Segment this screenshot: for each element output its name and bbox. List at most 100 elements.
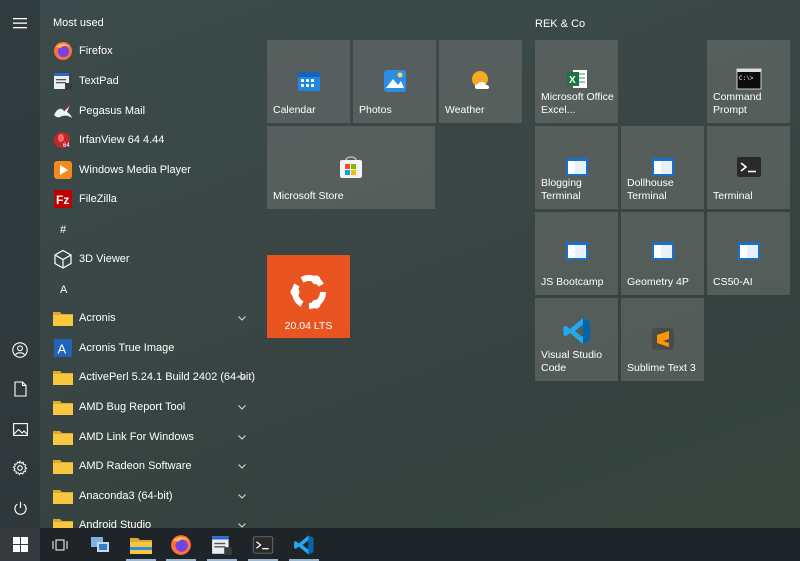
- start-rail: [0, 0, 40, 528]
- svg-text:64: 64: [63, 143, 70, 149]
- windows-start-icon[interactable]: [0, 528, 40, 561]
- app-label: Anaconda3 (64-bit): [79, 489, 173, 502]
- folder-icon: [52, 455, 74, 477]
- power-icon[interactable]: [0, 488, 40, 528]
- app-label: FileZilla: [79, 192, 117, 205]
- store-icon: [338, 154, 364, 180]
- network-app-icon[interactable]: [80, 528, 120, 561]
- section-letter-a[interactable]: A: [60, 284, 67, 296]
- gear-icon[interactable]: [0, 448, 40, 488]
- svg-text:X: X: [569, 75, 576, 86]
- app-item-android-studio[interactable]: Android Studio: [40, 510, 258, 528]
- photos-icon: [382, 68, 408, 94]
- app-label: Acronis: [79, 311, 116, 324]
- folder-icon: [52, 514, 74, 528]
- document-icon[interactable]: [0, 369, 40, 409]
- app-label: AMD Link For Windows: [79, 430, 194, 443]
- terminal-window-icon: [650, 238, 676, 264]
- app-item-irfanview[interactable]: 64 IrfanView 64 4.44: [40, 125, 258, 154]
- hamburger-menu-icon[interactable]: [0, 3, 40, 43]
- app-item-amd-link[interactable]: AMD Link For Windows: [40, 422, 258, 451]
- app-item-acronis-true-image[interactable]: A Acronis True Image: [40, 333, 258, 362]
- app-label: TextPad: [79, 74, 119, 87]
- app-item-activeperl[interactable]: ActivePerl 5.24.1 Build 2402 (64-bit): [40, 362, 258, 391]
- svg-text:Fz: Fz: [56, 193, 69, 207]
- svg-text:C:\>: C:\>: [739, 75, 754, 82]
- textpad-icon: [52, 70, 74, 92]
- file-explorer-icon[interactable]: [121, 528, 161, 561]
- app-label: Pegasus Mail: [79, 104, 146, 117]
- tile-label: JS Bootcamp: [541, 276, 604, 288]
- terminal-window-icon: [736, 238, 762, 264]
- folder-icon: [52, 307, 74, 329]
- firefox-icon[interactable]: [161, 528, 201, 561]
- section-letter-hash[interactable]: #: [60, 224, 66, 236]
- terminal-icon[interactable]: [243, 528, 283, 561]
- group-title-rek[interactable]: REK & Co: [535, 18, 585, 30]
- app-label: AMD Bug Report Tool: [79, 400, 186, 413]
- user-icon[interactable]: [0, 330, 40, 370]
- tile-label: Terminal: [713, 190, 753, 202]
- tile-command-prompt[interactable]: C:\> Command Prompt: [707, 40, 790, 123]
- chevron-down-icon: [238, 404, 246, 410]
- app-label: Firefox: [79, 44, 113, 57]
- vscode-icon: [562, 316, 592, 346]
- app-label: Windows Media Player: [79, 163, 191, 176]
- pictures-icon[interactable]: [0, 409, 40, 449]
- folder-icon: [52, 485, 74, 507]
- tile-ubuntu[interactable]: 20.04 LTS: [267, 255, 350, 338]
- app-item-3d-viewer[interactable]: 3D Viewer: [40, 244, 258, 273]
- app-label: Android Studio: [79, 518, 152, 529]
- chevron-down-icon: [238, 493, 246, 499]
- terminal-window-icon: [564, 238, 590, 264]
- tile-cs50-ai[interactable]: CS50-AI: [707, 212, 790, 295]
- tile-label: Blogging Terminal: [541, 177, 582, 202]
- app-item-amd-radeon-software[interactable]: AMD Radeon Software: [40, 451, 258, 480]
- tile-visual-studio-code[interactable]: Visual Studio Code: [535, 298, 618, 381]
- firefox-icon: [52, 40, 74, 62]
- app-item-amd-bug-report-tool[interactable]: AMD Bug Report Tool: [40, 392, 258, 421]
- app-item-acronis[interactable]: Acronis: [40, 303, 258, 332]
- tile-weather[interactable]: Weather: [439, 40, 522, 123]
- tile-label: Sublime Text 3: [627, 362, 696, 374]
- app-list: Most used Firefox TextPad Pegasus Mail 6…: [40, 0, 258, 528]
- tile-label: Command Prompt: [713, 91, 762, 116]
- acronis-icon: A: [52, 337, 74, 359]
- tile-sublime-text-3[interactable]: Sublime Text 3: [621, 298, 704, 381]
- tile-label: Dollhouse Terminal: [627, 177, 674, 202]
- tile-microsoft-store[interactable]: Microsoft Store: [267, 126, 435, 209]
- tile-js-bootcamp[interactable]: JS Bootcamp: [535, 212, 618, 295]
- most-used-heading: Most used: [53, 17, 104, 29]
- terminal-icon: [736, 154, 762, 180]
- app-item-anaconda3[interactable]: Anaconda3 (64-bit): [40, 481, 258, 510]
- tile-geometry-4p[interactable]: Geometry 4P: [621, 212, 704, 295]
- tile-terminal[interactable]: Terminal: [707, 126, 790, 209]
- irfanview-icon: 64: [52, 129, 74, 151]
- textpad-icon[interactable]: [202, 528, 242, 561]
- tile-excel[interactable]: X Microsoft Office Excel...: [535, 40, 618, 123]
- tile-blogging-terminal[interactable]: Blogging Terminal: [535, 126, 618, 209]
- excel-icon: X: [564, 66, 590, 92]
- tile-photos[interactable]: Photos: [353, 40, 436, 123]
- tile-dollhouse-terminal[interactable]: Dollhouse Terminal: [621, 126, 704, 209]
- app-item-firefox[interactable]: Firefox: [40, 36, 258, 65]
- app-item-pegasus-mail[interactable]: Pegasus Mail: [40, 96, 258, 125]
- ubuntu-icon: [284, 267, 334, 317]
- tile-label: Visual Studio Code: [541, 349, 603, 374]
- filezilla-icon: Fz: [52, 188, 74, 210]
- app-item-windows-media-player[interactable]: Windows Media Player: [40, 155, 258, 184]
- tile-label: 20.04 LTS: [284, 320, 333, 332]
- tile-label: Photos: [359, 104, 392, 116]
- tile-calendar[interactable]: Calendar: [267, 40, 350, 123]
- chevron-down-icon: [238, 434, 246, 440]
- chevron-down-icon: [238, 315, 246, 321]
- vscode-icon[interactable]: [284, 528, 324, 561]
- app-item-textpad[interactable]: TextPad: [40, 66, 258, 95]
- tile-label: CS50-AI: [713, 276, 753, 288]
- folder-icon: [52, 426, 74, 448]
- chevron-down-icon: [238, 522, 246, 528]
- sublime-icon: [650, 326, 676, 352]
- tile-label: Weather: [445, 104, 485, 116]
- app-item-filezilla[interactable]: Fz FileZilla: [40, 184, 258, 213]
- task-view-icon[interactable]: [40, 528, 80, 561]
